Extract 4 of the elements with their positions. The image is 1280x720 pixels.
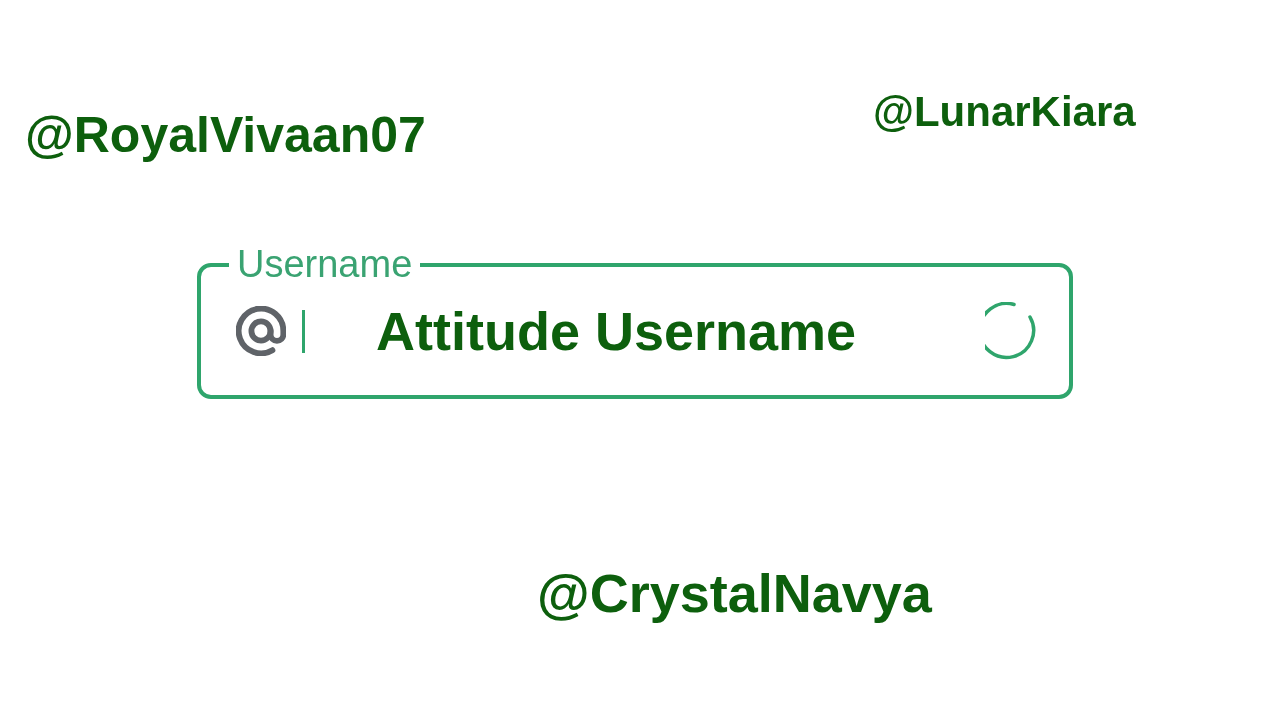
username-text: @LunarKiara — [873, 91, 1136, 133]
username-text: @RoyalVivaan07 — [25, 110, 426, 160]
at-sign-icon — [236, 306, 286, 356]
input-value: Attitude Username — [376, 304, 857, 358]
